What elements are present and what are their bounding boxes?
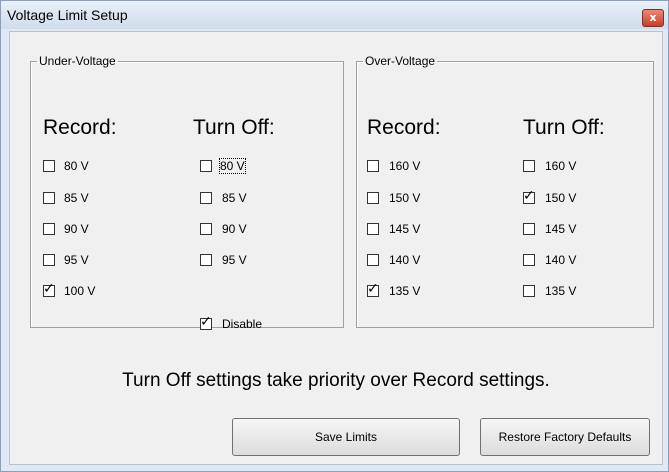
check-mark-icon: ✓: [523, 188, 535, 204]
checkbox-label: 95 V: [64, 253, 89, 267]
checkbox-label: 90 V: [64, 222, 89, 236]
checkbox[interactable]: [43, 160, 55, 172]
checkbox-label: 100 V: [64, 284, 96, 298]
priority-note: Turn Off settings take priority over Rec…: [122, 370, 550, 391]
check-mark-icon: ✓: [367, 281, 379, 297]
under-record-header: Record:: [43, 116, 117, 139]
checkbox-label: 80 V: [219, 158, 246, 174]
checkbox[interactable]: [367, 192, 379, 204]
checkbox-checked[interactable]: ✓: [43, 281, 55, 297]
over-turnoff-header: Turn Off:: [523, 116, 605, 139]
checkbox-label: 145 V: [545, 222, 577, 236]
under-voltage-group: Under-Voltage Record: Turn Off: 80 V 85 …: [30, 54, 344, 331]
checkbox[interactable]: [523, 285, 535, 297]
checkbox-label: 90 V: [222, 222, 247, 236]
check-mark-icon: ✓: [43, 281, 55, 297]
checkbox-label: 135 V: [389, 284, 421, 298]
over-record-header: Record:: [367, 116, 441, 139]
checkbox-label: 85 V: [222, 191, 247, 205]
under-voltage-legend: Under-Voltage: [39, 54, 116, 68]
dialog-body: Under-Voltage Record: Turn Off: 80 V 85 …: [9, 31, 663, 465]
checkbox-checked[interactable]: ✓: [367, 281, 379, 297]
under-turnoff-header: Turn Off:: [193, 116, 275, 139]
over-voltage-group: Over-Voltage Record: Turn Off: 160 V 150…: [356, 54, 654, 328]
checkbox[interactable]: [43, 254, 55, 266]
check-mark-icon: ✓: [200, 314, 212, 330]
checkbox-checked[interactable]: ✓: [523, 188, 535, 204]
checkbox-label: 140 V: [545, 253, 577, 267]
checkbox[interactable]: [367, 223, 379, 235]
checkbox[interactable]: [43, 223, 55, 235]
checkbox[interactable]: [200, 223, 212, 235]
checkbox[interactable]: [523, 223, 535, 235]
checkbox[interactable]: [523, 160, 535, 172]
checkbox-label: 150 V: [545, 191, 577, 205]
checkbox-label: 160 V: [545, 159, 577, 173]
checkbox-label: Disable: [222, 317, 263, 331]
title-bar: Voltage Limit Setup x: [1, 1, 668, 29]
close-button[interactable]: x: [642, 9, 664, 27]
checkbox[interactable]: [523, 254, 535, 266]
checkbox[interactable]: [200, 192, 212, 204]
checkbox[interactable]: [200, 254, 212, 266]
checkbox[interactable]: [367, 160, 379, 172]
checkbox-label: 80 V: [64, 159, 89, 173]
checkbox-checked[interactable]: ✓: [200, 314, 212, 330]
checkbox-label: 140 V: [389, 253, 421, 267]
over-voltage-legend: Over-Voltage: [365, 54, 436, 68]
window-title: Voltage Limit Setup: [7, 7, 128, 23]
checkbox-label: 160 V: [389, 159, 421, 173]
save-limits-button[interactable]: Save Limits: [232, 418, 460, 456]
checkbox-label: 135 V: [545, 284, 577, 298]
restore-defaults-button[interactable]: Restore Factory Defaults: [480, 418, 650, 456]
checkbox-label: 150 V: [389, 191, 421, 205]
voltage-limit-window: Voltage Limit Setup x Under-Voltage Reco…: [0, 0, 669, 472]
checkbox-label: 85 V: [64, 191, 89, 205]
checkbox-label: 95 V: [222, 253, 247, 267]
checkbox[interactable]: [367, 254, 379, 266]
checkbox[interactable]: [200, 160, 212, 172]
checkbox[interactable]: [43, 192, 55, 204]
checkbox-label: 145 V: [389, 222, 421, 236]
